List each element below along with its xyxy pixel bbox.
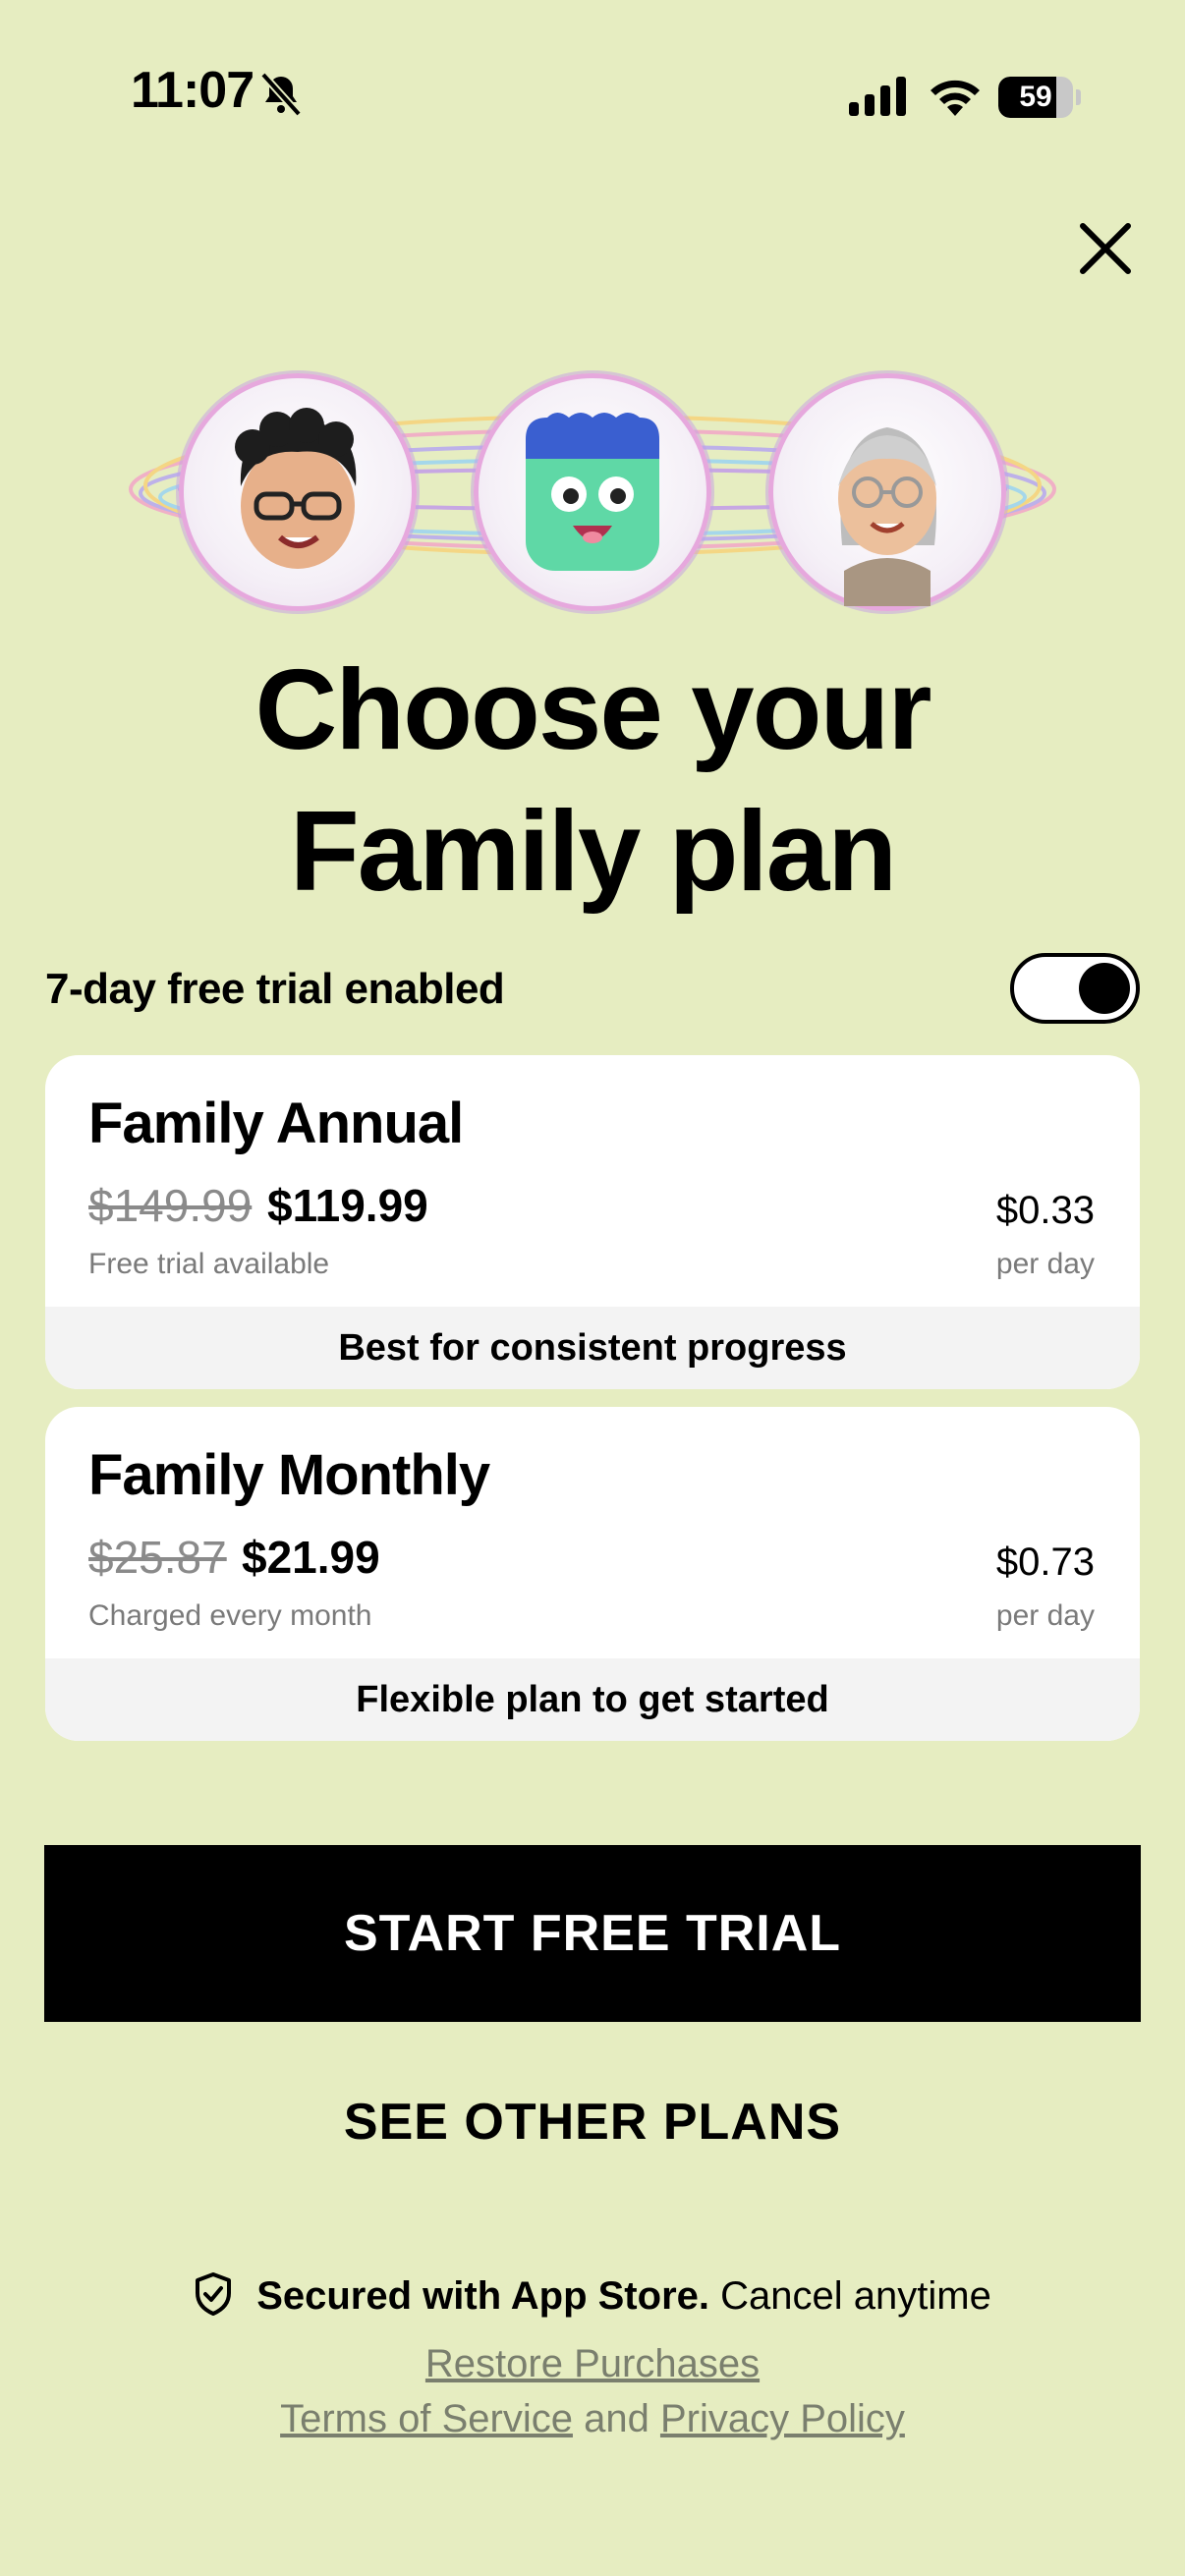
close-icon[interactable] xyxy=(1073,216,1138,281)
see-other-plans-button[interactable]: SEE OTHER PLANS xyxy=(0,2093,1185,2152)
restore-purchases-link[interactable]: Restore Purchases xyxy=(425,2342,760,2385)
secure-notice: Secured with App Store. Cancel anytime xyxy=(0,2271,1185,2319)
mascot-icon xyxy=(526,413,659,571)
plan-old-price: $25.87 xyxy=(88,1532,227,1583)
cellular-signal-icon xyxy=(849,77,906,116)
plan-card-annual[interactable]: Family Annual $149.99 $119.99 Free trial… xyxy=(45,1055,1140,1389)
and-text: and xyxy=(584,2397,649,2440)
plan-name: Family Annual xyxy=(88,1092,464,1155)
grandmother-avatar-icon xyxy=(838,427,936,606)
battery-level: 59 xyxy=(1019,81,1052,113)
plan-per-day: per day xyxy=(995,1599,1095,1632)
plan-note: Free trial available xyxy=(88,1248,330,1280)
plan-daily-price: $0.33 xyxy=(995,1189,1095,1232)
start-free-trial-button[interactable]: START FREE TRIAL xyxy=(44,1845,1141,2022)
plan-per-day: per day xyxy=(995,1248,1095,1280)
plan-footer: Flexible plan to get started xyxy=(45,1658,1140,1741)
terms-of-service-link[interactable]: Terms of Service xyxy=(280,2397,573,2440)
free-trial-toggle[interactable] xyxy=(1010,953,1140,1024)
secure-bold-text: Secured with App Store. xyxy=(256,2274,709,2318)
plan-price: $21.99 xyxy=(242,1532,380,1583)
avatar-grandmother xyxy=(768,373,1006,611)
plan-old-price: $149.99 xyxy=(88,1180,253,1231)
page-title: Choose your Family plan xyxy=(0,639,1185,922)
status-time: 11:07 xyxy=(131,62,254,119)
family-avatars xyxy=(118,364,1067,619)
plan-name: Family Monthly xyxy=(88,1443,490,1507)
battery-icon: 59 xyxy=(998,77,1081,118)
restore-row: Restore Purchases xyxy=(0,2342,1185,2386)
toggle-knob xyxy=(1079,963,1130,1014)
plan-note: Charged every month xyxy=(88,1599,372,1632)
man-avatar-icon xyxy=(235,408,357,569)
free-trial-label: 7-day free trial enabled xyxy=(45,965,505,1013)
plan-card-monthly[interactable]: Family Monthly $25.87 $21.99 Charged eve… xyxy=(45,1407,1140,1741)
legal-row: Terms of Service and Privacy Policy xyxy=(0,2397,1185,2441)
bell-slash-icon xyxy=(260,72,302,117)
avatar-mascot xyxy=(474,373,711,611)
title-line-2: Family plan xyxy=(289,787,897,915)
plan-price: $119.99 xyxy=(267,1180,428,1231)
avatar-man xyxy=(179,373,417,611)
title-line-1: Choose your xyxy=(254,645,932,773)
plan-daily-price: $0.73 xyxy=(995,1540,1095,1584)
privacy-policy-link[interactable]: Privacy Policy xyxy=(660,2397,905,2440)
plan-footer: Best for consistent progress xyxy=(45,1307,1140,1389)
cancel-anytime-text: Cancel anytime xyxy=(720,2274,991,2318)
wifi-icon xyxy=(931,80,980,116)
shield-check-icon xyxy=(196,2272,232,2316)
